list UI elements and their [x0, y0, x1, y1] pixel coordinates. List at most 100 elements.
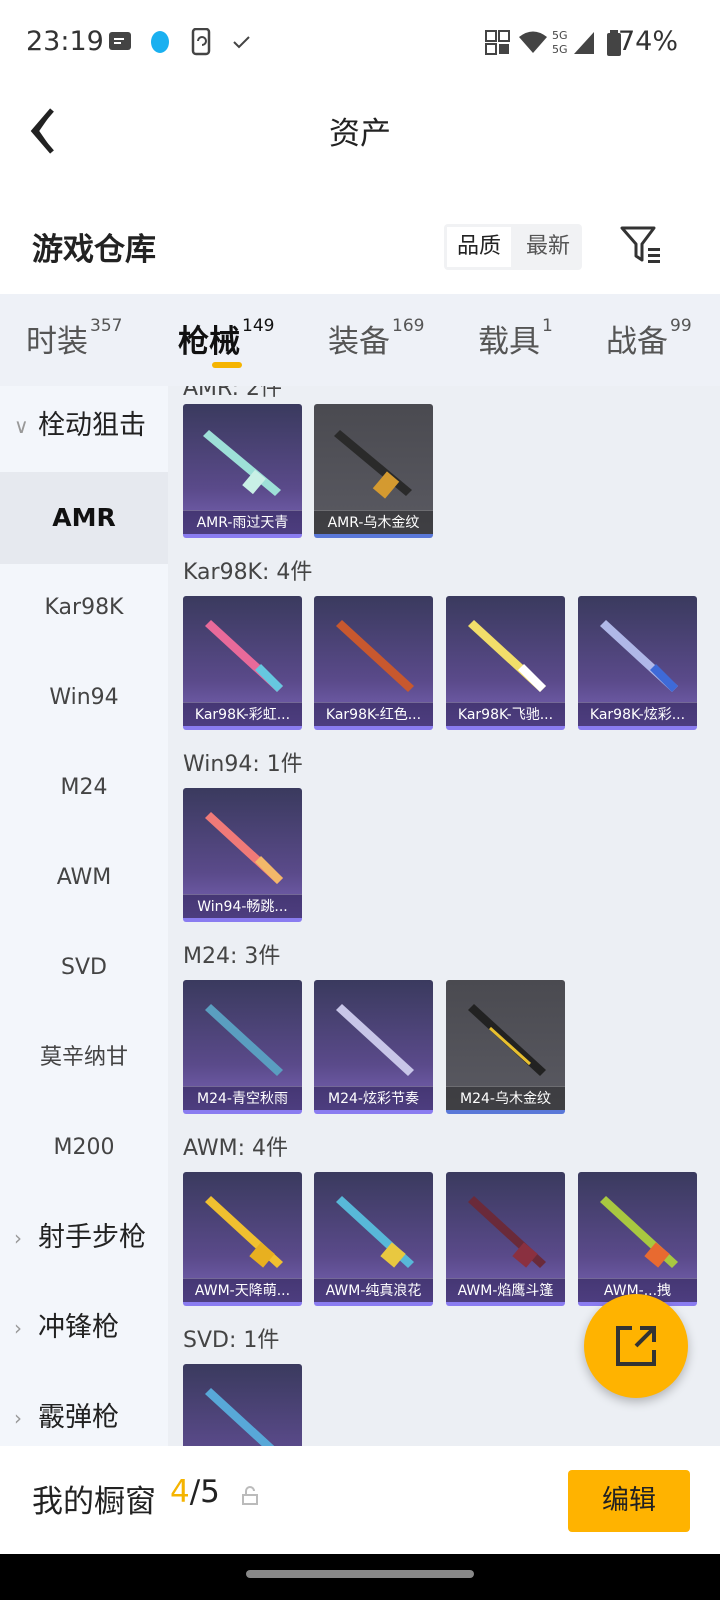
group-label-kar98k: Kar98K: 4件 — [183, 560, 313, 585]
system-nav-bar — [0, 1554, 720, 1600]
phone-sync-icon — [191, 28, 211, 56]
rifle-image — [336, 1004, 414, 1076]
sort-toggle: 品质 最新 — [444, 224, 582, 270]
tab-label: 装备 — [328, 324, 390, 360]
rifle-image — [205, 812, 283, 884]
lock-icon — [242, 1486, 258, 1505]
nav-item-mosin[interactable]: 莫辛纳甘 — [0, 1012, 168, 1104]
tab-label: 枪械 — [178, 324, 240, 360]
skin-name: Kar98K-彩虹... — [183, 702, 302, 726]
battery-percent: 74% — [617, 26, 678, 57]
qq-icon — [151, 31, 169, 53]
group-label-svd: SVD: 1件 — [183, 1328, 280, 1353]
nav-group-shotgun[interactable]: › 霰弹枪 — [0, 1372, 168, 1446]
skin-name: M24-青空秋雨 — [183, 1086, 302, 1110]
active-tab-indicator — [212, 362, 242, 368]
message-icon — [109, 32, 131, 50]
tab-supplies[interactable]: 战备 99 — [606, 316, 692, 361]
skin-card[interactable]: M24-炫彩节奏 — [314, 980, 433, 1114]
skin-name: Kar98K-炫彩... — [578, 702, 697, 726]
skin-card[interactable]: Kar98K-飞驰... — [446, 596, 565, 730]
rifle-image — [205, 1004, 283, 1076]
tab-count: 357 — [90, 316, 123, 336]
page-title: 资产 — [329, 116, 391, 152]
signal-5g-icon: 5G 5G — [552, 29, 594, 56]
skin-card[interactable]: AWM-纯真浪花 — [314, 1172, 433, 1306]
rifle-image — [600, 1196, 678, 1268]
category-tabs: 时装 357 枪械 149 装备 169 载具 1 战备 99 — [0, 294, 720, 386]
skin-name: M24-炫彩节奏 — [314, 1086, 433, 1110]
showcase-count: 4/5 — [170, 1474, 220, 1510]
tab-equipment[interactable]: 装备 169 — [328, 316, 424, 361]
skin-name: AWM-焰鹰斗篷 — [446, 1278, 565, 1302]
chevron-right-icon: › — [14, 1316, 22, 1340]
nav-item-win94[interactable]: Win94 — [0, 652, 168, 744]
skin-card[interactable]: Kar98K-红色... — [314, 596, 433, 730]
skin-card[interactable]: M24-青空秋雨 — [183, 980, 302, 1114]
showcase-bar: 我的橱窗 4/5 编辑 — [0, 1446, 720, 1554]
home-gesture-bar[interactable] — [246, 1570, 474, 1578]
filter-icon[interactable] — [618, 222, 662, 266]
tab-firearms[interactable]: 枪械 149 — [178, 316, 274, 361]
tab-label: 时装 — [26, 324, 88, 360]
skin-card[interactable]: M24-乌木金纹 — [446, 980, 565, 1114]
group-label-amr: AMR: 2件 — [183, 386, 283, 401]
nav-item-m24[interactable]: M24 — [0, 742, 168, 834]
skin-card[interactable]: Win94-畅跳... — [183, 788, 302, 922]
chevron-right-icon: › — [14, 1406, 22, 1430]
tab-fashion[interactable]: 时装 357 — [26, 316, 122, 361]
rifle-image — [203, 430, 281, 496]
showcase-total: /5 — [189, 1474, 220, 1510]
skin-name: AMR-乌木金纹 — [314, 510, 433, 534]
nav-item-m200[interactable]: M200 — [0, 1102, 168, 1194]
status-bar: 23:19 5G 5G 74% — [0, 0, 720, 88]
skin-card[interactable]: AWM-焰鹰斗篷 — [446, 1172, 565, 1306]
network-label-top: 5G — [552, 29, 568, 42]
tab-label: 战备 — [606, 324, 668, 360]
nav-item-svd[interactable]: SVD — [0, 922, 168, 1014]
skin-card[interactable]: Kar98K-彩虹... — [183, 596, 302, 730]
sort-quality-button[interactable]: 品质 — [447, 227, 511, 267]
rifle-image — [336, 1196, 414, 1268]
group-label-m24: M24: 3件 — [183, 944, 281, 969]
nav-item-kar98k[interactable]: Kar98K — [0, 562, 168, 654]
skin-card[interactable]: AMR-雨过天青 — [183, 404, 302, 538]
tab-label: 载具 — [478, 324, 540, 360]
nav-item-amr[interactable]: AMR — [0, 472, 168, 564]
nav-group-smg[interactable]: › 冲锋枪 — [0, 1282, 168, 1374]
nav-group-label: 栓动狙击 — [38, 410, 146, 441]
edit-button[interactable]: 编辑 — [568, 1470, 690, 1532]
check-icon — [233, 36, 250, 49]
skin-card[interactable]: Kar98K-炫彩... — [578, 596, 697, 730]
tab-vehicles[interactable]: 载具 1 — [478, 316, 553, 361]
rifle-image — [468, 1004, 546, 1076]
nav-group-label: 冲锋枪 — [38, 1312, 119, 1343]
wifi-icon — [519, 31, 547, 53]
group-label-win94: Win94: 1件 — [183, 752, 303, 777]
skin-card[interactable]: AMR-乌木金纹 — [314, 404, 433, 538]
share-button[interactable] — [584, 1294, 688, 1398]
skin-name: M24-乌木金纹 — [446, 1086, 565, 1110]
rifle-image — [600, 620, 678, 692]
status-time: 23:19 — [26, 26, 104, 57]
skin-card[interactable]: AWM-天降萌... — [183, 1172, 302, 1306]
skin-card[interactable]: AWM-...拽 — [578, 1172, 697, 1306]
rifle-image — [334, 430, 412, 499]
tab-count: 169 — [392, 316, 425, 336]
rifle-image — [468, 1196, 546, 1268]
skin-name: AWM-纯真浪花 — [314, 1278, 433, 1302]
skin-card[interactable] — [183, 1364, 302, 1446]
nav-group-marksman[interactable]: › 射手步枪 — [0, 1192, 168, 1284]
nav-item-awm[interactable]: AWM — [0, 832, 168, 924]
nav-group-bolt-sniper[interactable]: ∨ 栓动狙击 — [0, 386, 168, 472]
sort-latest-button[interactable]: 最新 — [516, 227, 580, 267]
weapon-type-nav: ∨ 栓动狙击 AMR Kar98K Win94 M24 AWM SVD 莫辛纳甘 … — [0, 386, 168, 1446]
skin-name: Kar98K-飞驰... — [446, 702, 565, 726]
tab-count: 149 — [242, 316, 275, 336]
rifle-image — [205, 1196, 283, 1268]
chevron-right-icon: › — [14, 1226, 22, 1250]
nav-group-label: 霰弹枪 — [38, 1402, 119, 1433]
external-link-icon — [616, 1326, 656, 1366]
skin-name: AMR-雨过天青 — [183, 510, 302, 534]
nfc-icon — [485, 30, 510, 55]
